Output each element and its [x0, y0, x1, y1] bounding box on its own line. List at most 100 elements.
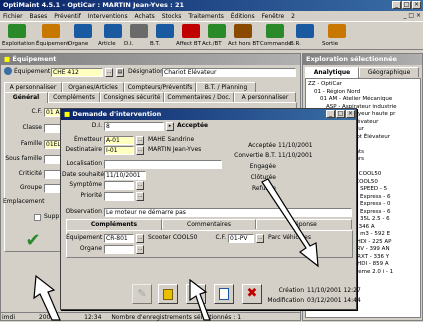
di-search-button[interactable] [186, 284, 206, 304]
activity-bt-icon[interactable] [208, 24, 226, 38]
di-print-button[interactable] [214, 284, 234, 304]
di-number-input[interactable]: 8 [104, 122, 164, 131]
toolbar-label-3[interactable]: Article [98, 41, 116, 47]
exit-icon[interactable] [328, 24, 346, 38]
created-label: Création [278, 287, 304, 294]
priority-label: Priorité [80, 192, 103, 199]
tab-di-complements[interactable]: Compléments [66, 219, 162, 230]
di-delete-button[interactable] [158, 284, 178, 304]
minimize-button[interactable]: _ [392, 1, 401, 9]
factory-icon[interactable] [8, 24, 26, 38]
emitter-lookup-button[interactable]: ... [136, 136, 144, 145]
menu-editions[interactable]: Éditions [231, 13, 255, 20]
tab-a-personnaliser-2[interactable]: A personnaliser [234, 92, 296, 102]
symptom-input[interactable] [104, 181, 134, 190]
di-minimize-button[interactable]: _ [326, 110, 335, 118]
toolbar-label-4[interactable]: D.I. [124, 41, 133, 47]
di-cf-lookup-button[interactable]: ... [256, 234, 264, 243]
tab-organes-articles[interactable]: Organes/Articles [62, 82, 124, 92]
tab-general[interactable]: Général [4, 92, 48, 103]
toolbar-label-8[interactable]: Act hors BT [228, 41, 259, 47]
tab-analytique[interactable]: Analytique [305, 67, 359, 78]
organ-icon[interactable] [74, 24, 92, 38]
menu-bases[interactable]: Bases [30, 13, 48, 20]
mdi-restore-buttons[interactable]: _ □ × [393, 12, 421, 20]
order-icon[interactable] [266, 24, 284, 38]
created-value: 11/10/2001 12:27 [307, 287, 361, 294]
tab-commentaires-doc[interactable]: Commentaires / Doc. [164, 92, 234, 102]
menu-interventions[interactable]: Interventions [88, 13, 128, 20]
equipment-title: Équipement [12, 55, 57, 63]
tree-item[interactable]: 01 AM - Atelier Mécanique [308, 96, 420, 104]
symptom-lookup-button[interactable]: ... [136, 181, 144, 190]
di-maximize-button[interactable]: □ [336, 110, 345, 118]
maximize-button[interactable]: □ [402, 1, 411, 9]
tree-item[interactable]: ZZ - OptiCar [308, 81, 420, 89]
tree-item[interactable]: 01 - Région Nord [308, 89, 420, 97]
tab-bt-planning[interactable]: B.T. / Planning [196, 82, 256, 92]
toolbar-label-5[interactable]: B.T. [150, 41, 160, 47]
status-bar: imdi 2003 12:34 Nombre d'enregistrements… [0, 312, 301, 321]
di-icon[interactable] [130, 24, 148, 38]
observation-input[interactable]: Le moteur ne démarre pas [104, 208, 352, 217]
equipment-lookup-button[interactable]: ... [105, 68, 113, 77]
tab-consignes-securite[interactable]: Consignes sécurité [100, 92, 164, 102]
toolbar-label-1[interactable]: Équipement [36, 41, 69, 47]
di-equipment-input[interactable]: CR-801 [104, 234, 134, 243]
supp-checkbox[interactable] [34, 214, 41, 221]
article-icon[interactable] [104, 24, 122, 38]
di-nav-button[interactable]: ▸ [166, 122, 174, 131]
tab-complements[interactable]: Compléments [48, 92, 100, 102]
priority-lookup-button[interactable]: ... [136, 192, 144, 201]
toolbar-label-11[interactable]: Sortie [322, 41, 338, 47]
famille-label: Famille [20, 140, 42, 147]
accepted-date: 11/10/2001 [278, 142, 313, 149]
di-organ-lookup-button[interactable]: ... [136, 245, 144, 254]
designation-input[interactable]: Chariot Élévateur [162, 68, 296, 77]
di-close-button[interactable]: × [346, 110, 355, 118]
menu-help[interactable]: 2 [291, 13, 295, 20]
menu-fenetre[interactable]: Fenêtre [262, 13, 285, 20]
br-icon[interactable] [296, 24, 314, 38]
activity-nonbt-icon[interactable] [234, 24, 252, 38]
tab-compteurs-preventifs[interactable]: Compteurs/Préventifs [124, 82, 196, 92]
equipment-icon[interactable] [42, 24, 60, 38]
recipient-lookup-button[interactable]: ... [136, 146, 144, 155]
toolbar-label-10[interactable]: B.R. [290, 41, 301, 47]
di-cf-input[interactable]: 01-PV [228, 234, 254, 243]
location-label: Localisation [66, 160, 102, 167]
toolbar-label-7[interactable]: Act./BT [202, 41, 222, 47]
explorer-title-bar: Exploration sélectionnée [303, 54, 422, 65]
toolbar-label-0[interactable]: Exploitation [2, 41, 35, 47]
tab-di-reponse[interactable]: Réponse [256, 219, 352, 229]
wish-date-input[interactable]: 11/10/2001 [104, 171, 146, 180]
emitter-name: MAHE Sandrine [148, 136, 195, 143]
recipient-input[interactable]: I-01 [104, 146, 134, 155]
close-button[interactable]: × [412, 1, 421, 9]
location-input[interactable] [104, 160, 222, 169]
di-edit-button[interactable]: ✎ [132, 284, 152, 304]
menu-stocks[interactable]: Stocks [162, 13, 182, 20]
validate-check-icon[interactable]: ✔ [22, 230, 44, 252]
tab-di-commentaires[interactable]: Commentaires [162, 219, 256, 229]
magnifier-icon [191, 288, 200, 297]
menu-traitements[interactable]: Traitements [188, 13, 223, 20]
di-equipment-lookup-button[interactable]: ... [136, 234, 144, 243]
tab-geographique[interactable]: Géographique [359, 67, 419, 77]
explorer-title: Exploration sélectionnée [306, 55, 397, 63]
emplacement-label: Emplacement [3, 198, 45, 205]
toolbar-label-6[interactable]: Affect BT [176, 41, 201, 47]
bt-icon[interactable] [156, 24, 174, 38]
menu-achats[interactable]: Achats [135, 13, 155, 20]
equipment-nav-button[interactable]: ▤ [116, 68, 124, 77]
menu-fichier[interactable]: Fichier [3, 13, 23, 20]
tab-a-personnaliser-1[interactable]: A personnaliser [4, 82, 62, 92]
assign-bt-icon[interactable] [182, 24, 200, 38]
equipment-input[interactable]: CHE 412 [51, 68, 103, 77]
toolbar-label-2[interactable]: Organe [68, 41, 88, 47]
emitter-input[interactable]: A-01 [104, 136, 134, 145]
di-organ-input[interactable] [104, 245, 134, 254]
menu-preventif[interactable]: Préventif [54, 13, 81, 20]
toolbar-label-9[interactable]: Commande [260, 41, 292, 47]
priority-input[interactable] [104, 192, 134, 201]
